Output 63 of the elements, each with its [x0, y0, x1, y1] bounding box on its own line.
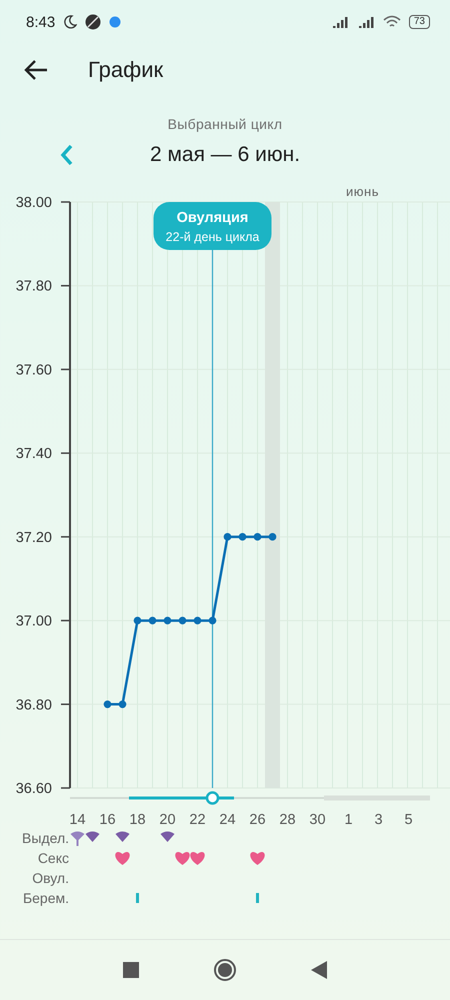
y-tick-label: 37.80	[16, 278, 52, 295]
cycle-range: 2 мая — 6 июн.	[150, 143, 300, 167]
moon-icon	[63, 15, 78, 29]
x-tick-label: 18	[129, 812, 146, 828]
drop-icon	[116, 832, 130, 842]
month-label: июнь	[346, 184, 379, 199]
x-tick-label: 30	[309, 812, 326, 828]
row-label: Секс	[38, 850, 69, 866]
signal-icon	[356, 16, 375, 28]
signal-icon	[330, 16, 349, 28]
heart-icon	[250, 852, 265, 865]
y-tick-label: 36.80	[16, 697, 52, 714]
data-point	[104, 700, 112, 708]
battery-icon: 73	[408, 15, 430, 29]
x-tick-label: 16	[99, 812, 116, 828]
y-tick-label: 37.00	[16, 614, 52, 630]
back-button[interactable]	[22, 58, 50, 82]
ovulation-day: 22-й день цикла	[166, 230, 260, 244]
data-point	[178, 616, 186, 624]
data-point	[268, 533, 276, 541]
y-tick-label: 37.40	[16, 446, 52, 462]
test-mark	[256, 893, 259, 903]
page-title: График	[88, 57, 164, 83]
x-tick-label: 24	[219, 812, 236, 828]
data-point	[208, 616, 216, 624]
x-tick-label: 20	[159, 812, 176, 828]
y-tick-label: 37.20	[16, 530, 52, 546]
x-tick-label: 22	[189, 812, 206, 828]
heart-icon	[115, 852, 130, 865]
heart-icon	[175, 852, 190, 865]
app-icon	[109, 16, 122, 28]
y-tick-label: 38.00	[16, 195, 52, 211]
heart-icon	[190, 852, 205, 865]
y-tick-label: 36.60	[16, 781, 52, 797]
status-time: 8:43	[26, 14, 56, 30]
data-point	[164, 616, 172, 624]
data-point	[118, 700, 126, 708]
x-tick-label: 1	[344, 812, 353, 828]
scrollbar[interactable]	[70, 791, 430, 805]
data-point	[254, 533, 262, 541]
drop-icon	[160, 832, 174, 842]
row-label: Овул.	[32, 870, 69, 886]
ovulation-title: Овуляция	[176, 210, 248, 226]
x-tick-label: 26	[249, 812, 266, 828]
data-point	[238, 533, 246, 541]
data-point	[194, 616, 202, 624]
wifi-icon	[382, 15, 401, 29]
app-icon	[85, 14, 102, 30]
cycle-caption: Выбранный цикл	[166, 116, 284, 132]
y-tick-label: 37.60	[16, 362, 52, 378]
test-mark	[136, 893, 139, 903]
x-tick-label: 5	[404, 812, 413, 828]
home-button[interactable]	[213, 958, 237, 982]
drop-icon	[86, 832, 100, 842]
drop-icon	[70, 832, 84, 846]
x-tick-label: 14	[69, 812, 86, 828]
data-point	[134, 616, 142, 624]
row-label: Берем.	[22, 890, 69, 906]
data-point	[224, 533, 232, 541]
row-label: Выдел.	[22, 830, 69, 846]
data-point	[148, 616, 156, 624]
x-tick-label: 3	[374, 812, 383, 828]
x-tick-label: 28	[279, 812, 296, 828]
